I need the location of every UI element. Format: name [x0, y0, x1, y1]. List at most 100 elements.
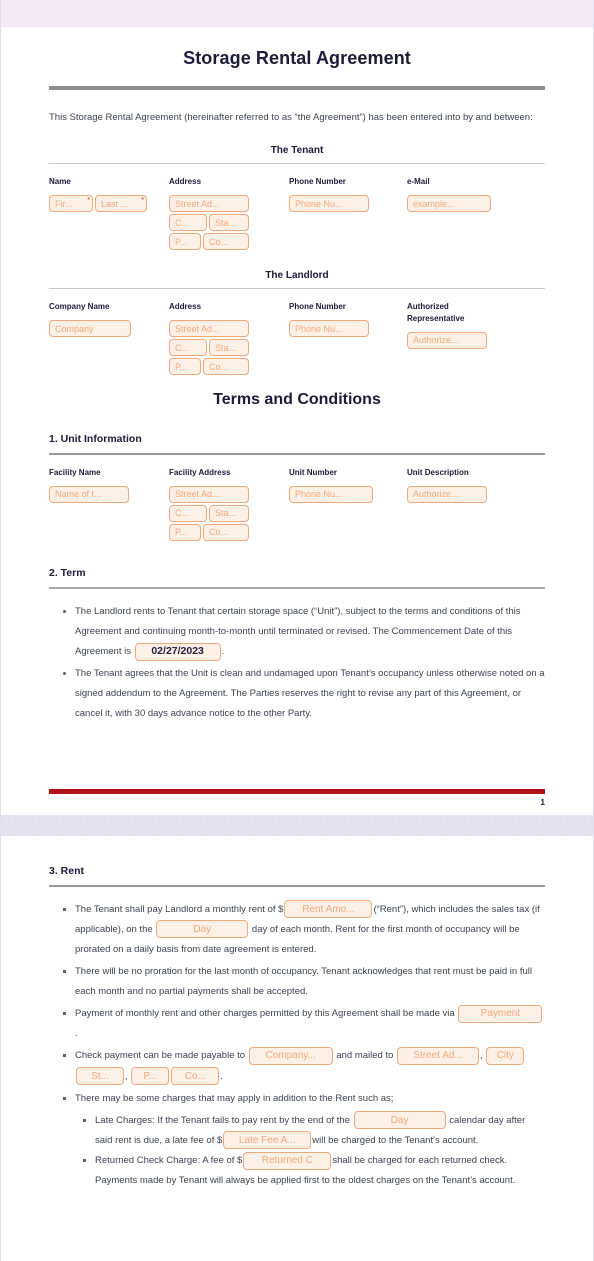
page-number: 1: [540, 797, 545, 807]
landlord-postal-country-row: P... Co...: [169, 358, 289, 377]
title-divider: [49, 86, 545, 90]
rent-bullet-4-text-b: and mailed to: [336, 1050, 394, 1062]
facility-name-input[interactable]: Name of t...: [49, 485, 129, 503]
facility-postal-country-row: P... Co...: [169, 523, 289, 543]
tenant-name-label: Name: [49, 177, 71, 187]
rent-bullet-list: The Tenant shall pay Landlord a monthly …: [49, 900, 545, 1192]
rent-due-day-input[interactable]: Day: [156, 920, 249, 939]
tenant-first-name-placeholder: Fir...: [55, 198, 73, 209]
terms-conditions-title: Terms and Conditions: [213, 391, 381, 409]
unit-number-label: Unit Number: [289, 468, 337, 478]
unit-description-group: Unit Description Authorize...: [407, 468, 537, 543]
required-asterisk-icon: *: [87, 197, 90, 205]
unit-description-input[interactable]: Authorize...: [407, 485, 487, 503]
returned-check-item: Returned Check Charge: A fee of $Returne…: [95, 1151, 545, 1191]
facility-country-input[interactable]: Co...: [203, 523, 249, 541]
tenant-postal-input[interactable]: P...: [169, 233, 201, 251]
tenant-first-name-input[interactable]: Fir... *: [49, 195, 93, 213]
rent-bullet-1-text-a: The Tenant shall pay Landlord a monthly …: [75, 903, 284, 915]
facility-address-label: Facility Address: [169, 468, 231, 478]
rent-bullet-3-tail: .: [75, 1028, 78, 1040]
late-charges-text-a: Late Charges: If the Tenant fails to pay…: [95, 1114, 350, 1126]
returned-check-fee-input[interactable]: Returned C: [243, 1151, 332, 1170]
tenant-email-input[interactable]: example...: [407, 195, 491, 213]
viewer-topbar: [1, 0, 593, 27]
landlord-city-input[interactable]: C...: [169, 339, 207, 357]
section-heading-term: 2. Term: [49, 566, 86, 579]
landlord-postal-input[interactable]: P...: [169, 358, 201, 376]
tenant-state-input[interactable]: Sta...: [209, 214, 249, 232]
mail-country-input[interactable]: Co...: [171, 1067, 220, 1086]
landlord-phone-label: Phone Number: [289, 302, 346, 312]
document-page-1: Storage Rental Agreement This Storage Re…: [1, 27, 593, 815]
payable-company-input[interactable]: Company...: [248, 1046, 333, 1065]
mail-street-input[interactable]: Street Ad...: [397, 1046, 480, 1065]
landlord-address-group: Address Street Ad... C... Sta... P... Co…: [169, 302, 289, 377]
landlord-city-state-row: C... Sta...: [169, 339, 289, 358]
late-fee-amount-input[interactable]: Late Fee A...: [223, 1131, 312, 1150]
tenant-postal-country-row: P... Co...: [169, 233, 289, 252]
rent-bullet-4-period: .: [220, 1070, 223, 1082]
page-footer-rule: [49, 788, 545, 794]
unit-information-fields: Facility Name Name of t... Facility Addr…: [49, 468, 545, 543]
landlord-state-input[interactable]: Sta...: [209, 339, 249, 357]
landlord-heading: The Landlord: [265, 270, 329, 282]
facility-street-input[interactable]: Street Ad...: [169, 485, 249, 503]
facility-state-input[interactable]: Sta...: [209, 504, 249, 522]
page-title: Storage Rental Agreement: [183, 48, 411, 68]
facility-address-group: Facility Address Street Ad... C... Sta..…: [169, 468, 289, 543]
tenant-city-input[interactable]: C...: [169, 214, 207, 232]
tenant-phone-label: Phone Number: [289, 177, 346, 187]
landlord-company-group: Company Name Company: [49, 302, 169, 377]
facility-postal-input[interactable]: P...: [169, 523, 201, 541]
tenant-street-input[interactable]: Street Ad...: [169, 195, 249, 213]
rent-amount-input[interactable]: Rent Amo...: [284, 900, 373, 919]
unit-description-label: Unit Description: [407, 468, 469, 478]
unit-number-input[interactable]: Phone Nu...: [289, 485, 373, 503]
landlord-street-input[interactable]: Street Ad...: [169, 320, 249, 338]
tenant-city-state-row: C... Sta...: [169, 214, 289, 233]
tenant-phone-input[interactable]: Phone Nu...: [289, 195, 369, 213]
payment-method-input[interactable]: Payment: [458, 1004, 543, 1023]
landlord-divider: [49, 288, 545, 290]
rent-bullet-5: There may be some charges that may apply…: [75, 1089, 545, 1192]
charges-sub-list: Late Charges: If the Tenant fails to pay…: [75, 1111, 545, 1192]
landlord-phone-input[interactable]: Phone Nu...: [289, 320, 369, 338]
section-heading-unit-information: 1. Unit Information: [49, 433, 142, 446]
mail-postal-input[interactable]: P...: [131, 1067, 170, 1086]
landlord-company-input[interactable]: Company: [49, 320, 131, 338]
landlord-phone-group: Phone Number Phone Nu...: [289, 302, 407, 377]
mail-city-input[interactable]: City: [486, 1046, 525, 1065]
section-divider: [49, 453, 545, 456]
facility-city-state-row: C... Sta...: [169, 504, 289, 524]
tenant-email-label: e-Mail: [407, 177, 430, 187]
landlord-address-label: Address: [169, 302, 202, 312]
landlord-rep-input[interactable]: Authorize...: [407, 331, 487, 349]
document-viewer: Storage Rental Agreement This Storage Re…: [0, 0, 594, 1261]
tenant-heading: The Tenant: [270, 145, 324, 157]
tenant-last-name-placeholder: Last ...: [101, 198, 129, 209]
rent-bullet-4: Check payment can be made payable to Com…: [75, 1046, 545, 1086]
tenant-country-input[interactable]: Co...: [203, 233, 249, 251]
intro-paragraph: This Storage Rental Agreement (hereinaft…: [49, 112, 533, 123]
facility-city-input[interactable]: C...: [169, 504, 207, 522]
tenant-last-name-input[interactable]: Last ... *: [95, 195, 147, 213]
tenant-fields: Name Fir... * Last ... * Address Street …: [49, 177, 545, 252]
rent-bullet-1: The Tenant shall pay Landlord a monthly …: [75, 900, 545, 960]
tenant-address-group: Address Street Ad... C... Sta... P... Co…: [169, 177, 289, 252]
section-divider: [49, 884, 545, 887]
late-charge-day-input[interactable]: Day: [353, 1111, 446, 1130]
landlord-rep-label-line2: Representative: [407, 314, 465, 324]
landlord-country-input[interactable]: Co...: [203, 358, 249, 376]
mail-state-input[interactable]: St...: [76, 1067, 124, 1086]
landlord-company-label: Company Name: [49, 302, 110, 312]
commencement-date-input[interactable]: 02/27/2023: [134, 642, 221, 661]
rent-bullet-3-text: Payment of monthly rent and other charge…: [75, 1008, 455, 1020]
tenant-name-group: Name Fir... * Last ... *: [49, 177, 169, 252]
section-heading-rent: 3. Rent: [49, 864, 85, 877]
tenant-name-row: Fir... * Last ... *: [49, 195, 169, 214]
section-divider: [49, 586, 545, 589]
returned-check-text-a: Returned Check Charge: A fee of $: [95, 1155, 243, 1167]
late-charges-item: Late Charges: If the Tenant fails to pay…: [95, 1111, 545, 1151]
late-charges-text-c: will be charged to the Tenant’s account.: [312, 1134, 479, 1146]
